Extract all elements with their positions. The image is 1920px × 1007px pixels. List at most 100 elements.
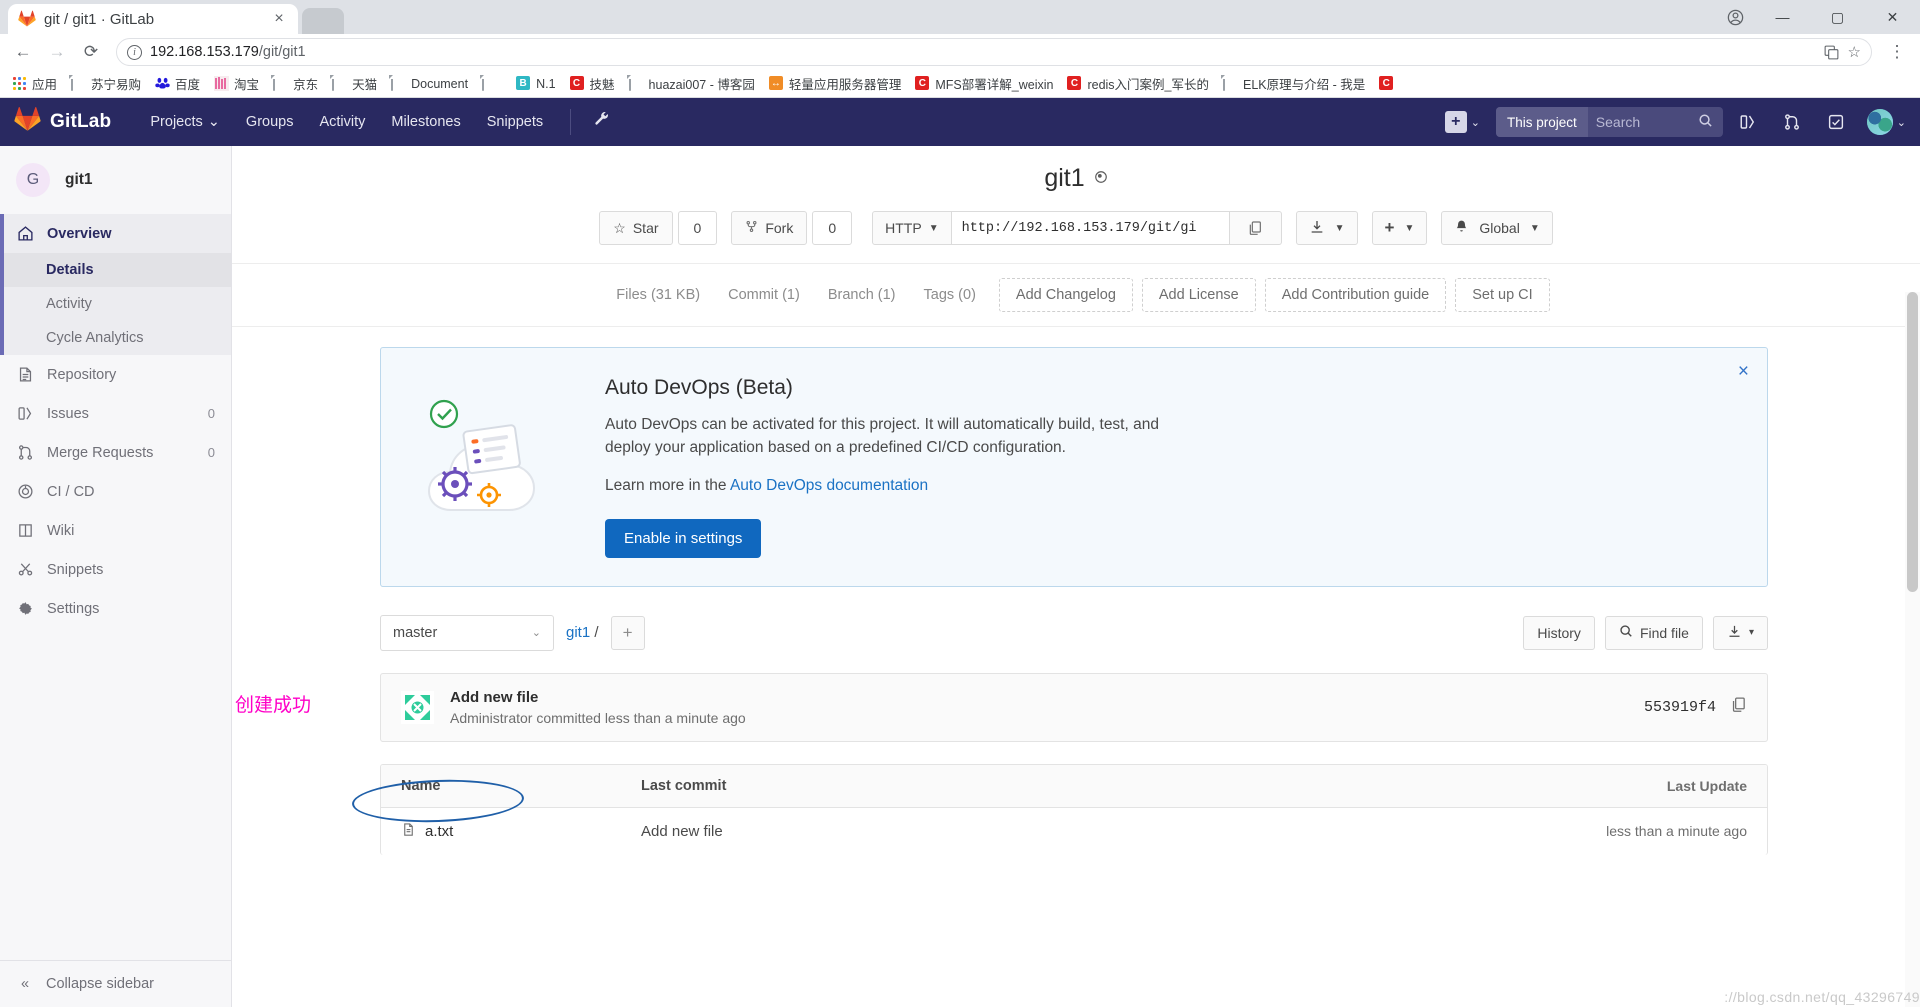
add-to-tree-button[interactable]: + bbox=[610, 615, 645, 650]
search-scope-label[interactable]: This project bbox=[1496, 107, 1588, 137]
sidebar-item-wiki[interactable]: Wiki bbox=[0, 511, 231, 550]
sidebar-item-activity[interactable]: Activity bbox=[0, 287, 231, 321]
bookmark-jimei[interactable]: C 技魅 bbox=[564, 72, 621, 95]
gitlab-navbar-right: + ⌄ This project Search ⌄ bbox=[1444, 107, 1906, 137]
sidebar-item-snippets[interactable]: Snippets bbox=[0, 550, 231, 589]
fork-button[interactable]: Fork bbox=[731, 211, 808, 245]
maximize-button[interactable]: ▢ bbox=[1810, 0, 1865, 34]
bookmark-lightweight-server[interactable]: ↔ 轻量应用服务器管理 bbox=[763, 72, 908, 95]
address-bar[interactable]: i 192.168.153.179/git/git1 ☆ bbox=[116, 38, 1872, 66]
new-dropdown[interactable]: + ⌄ bbox=[1444, 111, 1480, 133]
bookmark-star-icon[interactable]: ☆ bbox=[1848, 43, 1861, 61]
auto-devops-body: Auto DevOps (Beta) Auto DevOps can be ac… bbox=[605, 376, 1737, 558]
stat-files[interactable]: Files (31 KB) bbox=[602, 287, 714, 303]
bookmark-unnamed-1[interactable] bbox=[476, 74, 508, 93]
bookmark-n1[interactable]: B N.1 bbox=[510, 74, 561, 93]
browser-tab[interactable]: git / git1 · GitLab × bbox=[8, 4, 298, 34]
sidebar-item-repository[interactable]: Repository bbox=[0, 355, 231, 394]
copy-icon[interactable] bbox=[1730, 696, 1747, 718]
find-file-button[interactable]: Find file bbox=[1604, 615, 1703, 650]
bookmark-unnamed-2[interactable]: C bbox=[1373, 74, 1405, 93]
blue-b-icon: B bbox=[516, 76, 531, 91]
history-button[interactable]: History bbox=[1523, 615, 1595, 650]
search-input[interactable] bbox=[1587, 114, 1698, 130]
search-bar[interactable]: This project bbox=[1496, 107, 1723, 137]
clone-protocol-dropdown[interactable]: HTTP ▼ bbox=[872, 211, 952, 245]
bookmark-taobao[interactable]: 淘宝 bbox=[208, 72, 265, 95]
chrome-menu-button[interactable]: ⋮ bbox=[1882, 37, 1912, 67]
star-count[interactable]: 0 bbox=[677, 211, 718, 245]
user-menu[interactable]: ⌄ bbox=[1861, 109, 1906, 135]
star-button[interactable]: ☆ Star bbox=[599, 211, 673, 245]
scrollbar-thumb[interactable] bbox=[1907, 292, 1918, 592]
bookmark-elk[interactable]: ELK原理与介绍 - 我是 bbox=[1217, 72, 1371, 95]
enable-in-settings-button[interactable]: Enable in settings bbox=[605, 518, 762, 558]
search-icon[interactable] bbox=[1698, 113, 1723, 131]
stat-tags[interactable]: Tags (0) bbox=[910, 287, 990, 303]
sidebar-item-cycle-analytics[interactable]: Cycle Analytics bbox=[0, 321, 231, 355]
file-link[interactable]: a.txt bbox=[425, 823, 453, 840]
download-repo-dropdown[interactable]: ▾ bbox=[1712, 615, 1768, 650]
back-button[interactable]: ← bbox=[8, 37, 38, 67]
breadcrumb-project-link[interactable]: git1 bbox=[566, 624, 590, 641]
commit-message[interactable]: Add new file bbox=[450, 689, 1628, 706]
sidebar-label: Overview bbox=[47, 225, 112, 242]
sidebar-item-merge-requests[interactable]: Merge Requests 0 bbox=[0, 433, 231, 472]
bookmark-apps[interactable]: 应用 bbox=[6, 72, 63, 95]
sidebar-item-cicd[interactable]: CI / CD bbox=[0, 472, 231, 511]
forward-button[interactable]: → bbox=[42, 37, 72, 67]
minimize-button[interactable]: — bbox=[1755, 0, 1810, 34]
bookmark-tmall[interactable]: 天猫 bbox=[326, 72, 383, 95]
todos-nav-icon[interactable] bbox=[1817, 107, 1855, 137]
add-license-button[interactable]: Add License bbox=[1141, 278, 1256, 312]
new-tab-button[interactable] bbox=[302, 8, 344, 34]
stat-branches[interactable]: Branch (1) bbox=[814, 287, 910, 303]
commit-sha-text[interactable]: 553919f4 bbox=[1644, 699, 1716, 716]
bookmark-suning[interactable]: 苏宁易购 bbox=[65, 72, 147, 95]
sidebar-item-details[interactable]: Details bbox=[0, 253, 231, 287]
bookmark-huazai007[interactable]: huazai007 - 博客园 bbox=[623, 72, 761, 95]
add-contribution-guide-button[interactable]: Add Contribution guide bbox=[1264, 278, 1447, 312]
sidebar-project-header[interactable]: G git1 bbox=[0, 146, 231, 214]
nav-projects[interactable]: Projects ⌄ bbox=[137, 100, 233, 144]
sidebar-item-settings[interactable]: Settings bbox=[0, 589, 231, 628]
nav-snippets[interactable]: Snippets bbox=[474, 100, 556, 144]
table-row[interactable]: a.txt Add new file less than a minute ag… bbox=[381, 808, 1767, 855]
collapse-sidebar-button[interactable]: « Collapse sidebar bbox=[0, 960, 231, 1007]
file-last-commit[interactable]: Add new file bbox=[641, 823, 1537, 840]
bookmark-baidu[interactable]: 百度 bbox=[149, 72, 206, 95]
notification-dropdown[interactable]: Global ▼ bbox=[1441, 211, 1553, 245]
sidebar-item-issues[interactable]: Issues 0 bbox=[0, 394, 231, 433]
bookmark-mfs[interactable]: C MFS部署详解_weixin bbox=[909, 72, 1059, 95]
translate-icon[interactable] bbox=[1823, 44, 1840, 61]
nav-groups[interactable]: Groups bbox=[233, 100, 307, 144]
add-dropdown[interactable]: + ▼ bbox=[1371, 211, 1428, 245]
reload-button[interactable]: ⟳ bbox=[76, 37, 106, 67]
issues-nav-icon[interactable] bbox=[1729, 107, 1767, 137]
page-scrollbar[interactable] bbox=[1905, 292, 1920, 1007]
tab-close-icon[interactable]: × bbox=[270, 10, 288, 28]
merge-requests-nav-icon[interactable] bbox=[1773, 107, 1811, 137]
account-icon[interactable] bbox=[1715, 0, 1755, 34]
copy-url-button[interactable] bbox=[1229, 211, 1282, 245]
bookmark-redis[interactable]: C redis入门案例_军长的 bbox=[1061, 72, 1215, 95]
branch-selector[interactable]: master ⌄ bbox=[380, 614, 554, 651]
sidebar-item-overview[interactable]: Overview bbox=[0, 214, 231, 253]
set-up-ci-button[interactable]: Set up CI bbox=[1455, 278, 1550, 312]
gitlab-home-link[interactable]: GitLab bbox=[14, 106, 111, 138]
download-source-dropdown[interactable]: ▼ bbox=[1295, 211, 1358, 245]
nav-milestones[interactable]: Milestones bbox=[378, 100, 473, 144]
stat-commits[interactable]: Commit (1) bbox=[714, 287, 814, 303]
bookmark-document[interactable]: Document bbox=[385, 74, 474, 93]
close-icon[interactable]: × bbox=[1738, 362, 1749, 381]
site-info-icon[interactable]: i bbox=[127, 44, 142, 60]
fork-count[interactable]: 0 bbox=[812, 211, 853, 245]
clone-url-field[interactable]: http://192.168.153.179/git/gi bbox=[951, 211, 1230, 245]
close-window-button[interactable]: ✕ bbox=[1865, 0, 1920, 34]
auto-devops-doc-link[interactable]: Auto DevOps documentation bbox=[730, 477, 928, 494]
bookmark-jd[interactable]: 京东 bbox=[267, 72, 324, 95]
taobao-icon bbox=[214, 76, 230, 91]
add-changelog-button[interactable]: Add Changelog bbox=[998, 278, 1133, 312]
admin-wrench-icon[interactable] bbox=[585, 107, 619, 138]
nav-activity[interactable]: Activity bbox=[306, 100, 378, 144]
